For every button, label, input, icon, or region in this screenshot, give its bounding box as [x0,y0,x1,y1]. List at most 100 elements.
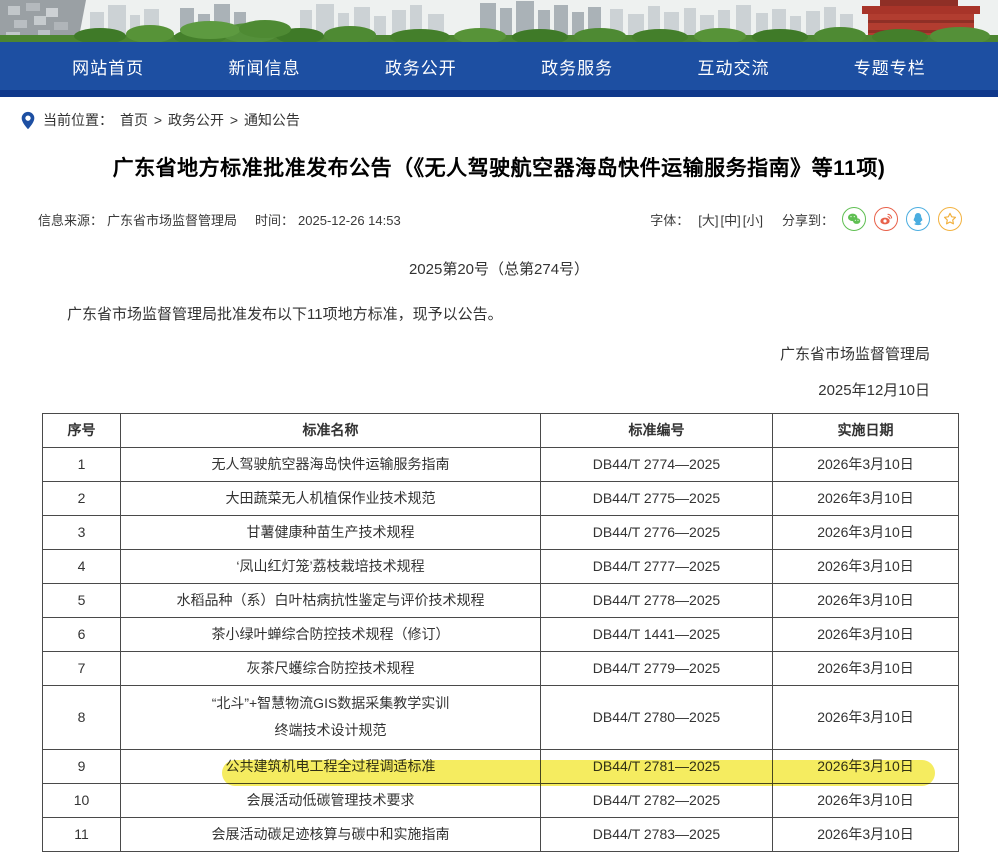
row-number: 11 [43,817,121,851]
table-row: 7灰茶尺蠖综合防控技术规程DB44/T 2779—20252026年3月10日 [43,651,959,685]
standard-name: 无人驾驶航空器海岛快件运输服务指南 [121,447,541,481]
standard-name: 大田蔬菜无人机植保作业技术规范 [121,481,541,515]
page: 网站首页新闻信息政务公开政务服务互动交流专题专栏 当前位置： 首页 > 政务公开… [0,0,998,862]
sign-date: 2025年12月10日 [0,379,930,400]
document-number: 2025第20号（总第274号） [0,258,998,279]
nav-item-6[interactable]: 专题专栏 [812,42,968,90]
standard-name: 会展活动碳足迹核算与碳中和实施指南 [121,817,541,851]
source-label: 信息来源： [38,213,103,228]
column-header: 标准名称 [121,413,541,447]
standard-code: DB44/T 2780—2025 [541,685,773,749]
nav-bottom-strip [0,90,998,97]
implementation-date: 2026年3月10日 [773,685,959,749]
breadcrumb-link-2[interactable]: 政务公开 [168,112,224,128]
nav-item-4[interactable]: 政务服务 [499,42,655,90]
implementation-date: 2026年3月10日 [773,817,959,851]
table-row: 4‘凤山红灯笼’荔枝栽培技术规程DB44/T 2777—20252026年3月1… [43,549,959,583]
breadcrumb-separator: > [148,112,168,128]
share-weibo-button[interactable] [874,207,898,231]
implementation-date: 2026年3月10日 [773,783,959,817]
row-number: 7 [43,651,121,685]
row-number: 9 [43,749,121,783]
share-label: 分享到： [782,210,834,229]
standard-code: DB44/T 2777—2025 [541,549,773,583]
signer: 广东省市场监督管理局 [0,343,930,364]
font-size-controls: [大][中][小] [697,210,764,229]
implementation-date: 2026年3月10日 [773,515,959,549]
row-number: 4 [43,549,121,583]
table-row: 8“北斗”+智慧物流GIS数据采集教学实训 终端技术设计规范DB44/T 278… [43,685,959,749]
share-wechat-button[interactable] [842,207,866,231]
standard-name: ‘凤山红灯笼’荔枝栽培技术规程 [121,549,541,583]
breadcrumb: 当前位置： 首页 > 政务公开 > 通知公告 [0,97,998,139]
signature-block: 广东省市场监督管理局 2025年12月10日 [0,343,930,400]
location-pin-icon [20,111,36,130]
row-number: 2 [43,481,121,515]
standard-code: DB44/T 2774—2025 [541,447,773,481]
column-header: 标准编号 [541,413,773,447]
standard-name: 水稻品种（系）白叶枯病抗性鉴定与评价技术规程 [121,583,541,617]
implementation-date: 2026年3月10日 [773,749,959,783]
row-number: 8 [43,685,121,749]
standards-table-wrap: 序号标准名称标准编号实施日期 1无人驾驶航空器海岛快件运输服务指南DB44/T … [42,413,958,852]
article-tools: 字体： [大][中][小] 分享到： [650,207,962,231]
column-header: 实施日期 [773,413,959,447]
column-header: 序号 [43,413,121,447]
breadcrumb-links: 首页 > 政务公开 > 通知公告 [120,110,300,130]
table-row: 10会展活动低碳管理技术要求DB44/T 2782—20252026年3月10日 [43,783,959,817]
table-row: 5水稻品种（系）白叶枯病抗性鉴定与评价技术规程DB44/T 2778—20252… [43,583,959,617]
breadcrumb-label: 当前位置： [43,110,113,130]
breadcrumb-link-1[interactable]: 首页 [120,112,148,128]
table-row: 3甘薯健康种苗生产技术规程DB44/T 2776—20252026年3月10日 [43,515,959,549]
share-qzone-star-button[interactable] [938,207,962,231]
share-qq-button[interactable] [906,207,930,231]
standard-code: DB44/T 2782—2025 [541,783,773,817]
standards-table: 序号标准名称标准编号实施日期 1无人驾驶航空器海岛快件运输服务指南DB44/T … [42,413,959,852]
standard-code: DB44/T 1441—2025 [541,617,773,651]
implementation-date: 2026年3月10日 [773,651,959,685]
main-nav: 网站首页新闻信息政务公开政务服务互动交流专题专栏 [0,42,998,90]
implementation-date: 2026年3月10日 [773,617,959,651]
standard-code: DB44/T 2776—2025 [541,515,773,549]
standard-code: DB44/T 2775—2025 [541,481,773,515]
implementation-date: 2026年3月10日 [773,549,959,583]
header-banner-image [0,0,998,42]
font-size-button-3[interactable]: [小] [743,213,763,228]
standard-code: DB44/T 2779—2025 [541,651,773,685]
font-size-label: 字体： [650,210,689,229]
time-value: 2025-12-26 14:53 [298,213,401,228]
time-label: 时间： [255,213,294,228]
table-row: 2大田蔬菜无人机植保作业技术规范DB44/T 2775—20252026年3月1… [43,481,959,515]
nav-item-3[interactable]: 政务公开 [343,42,499,90]
row-number: 6 [43,617,121,651]
standard-name: 会展活动低碳管理技术要求 [121,783,541,817]
table-header-row: 序号标准名称标准编号实施日期 [43,413,959,447]
implementation-date: 2026年3月10日 [773,583,959,617]
table-row: 11会展活动碳足迹核算与碳中和实施指南DB44/T 2783—20252026年… [43,817,959,851]
row-number: 1 [43,447,121,481]
row-number: 10 [43,783,121,817]
row-number: 3 [43,515,121,549]
standard-name: “北斗”+智慧物流GIS数据采集教学实训 终端技术设计规范 [121,685,541,749]
table-row: 1无人驾驶航空器海岛快件运输服务指南DB44/T 2774—20252026年3… [43,447,959,481]
standard-name: 公共建筑机电工程全过程调适标准 [121,749,541,783]
article-meta: 信息来源：广东省市场监督管理局时间：2025-12-26 14:53 字体： [… [38,207,962,231]
standard-code: DB44/T 2781—2025 [541,749,773,783]
page-title: 广东省地方标准批准发布公告（《无人驾驶航空器海岛快件运输服务指南》等11项) [40,152,958,182]
row-number: 5 [43,583,121,617]
nav-item-2[interactable]: 新闻信息 [186,42,342,90]
standard-code: DB44/T 2778—2025 [541,583,773,617]
nav-item-1[interactable]: 网站首页 [30,42,186,90]
breadcrumb-separator: > [224,112,244,128]
font-size-button-1[interactable]: [大] [698,213,718,228]
breadcrumb-link-3[interactable]: 通知公告 [244,112,300,128]
implementation-date: 2026年3月10日 [773,447,959,481]
standard-name: 茶小绿叶蝉综合防控技术规程（修订） [121,617,541,651]
table-row-highlighted: 9公共建筑机电工程全过程调适标准DB44/T 2781—20252026年3月1… [43,749,959,783]
standard-name: 甘薯健康种苗生产技术规程 [121,515,541,549]
standard-name: 灰茶尺蠖综合防控技术规程 [121,651,541,685]
font-size-button-2[interactable]: [中] [721,213,741,228]
nav-item-5[interactable]: 互动交流 [655,42,811,90]
announcement-body: 广东省市场监督管理局批准发布以下11项地方标准，现予以公告。 [42,304,938,327]
standard-code: DB44/T 2783—2025 [541,817,773,851]
